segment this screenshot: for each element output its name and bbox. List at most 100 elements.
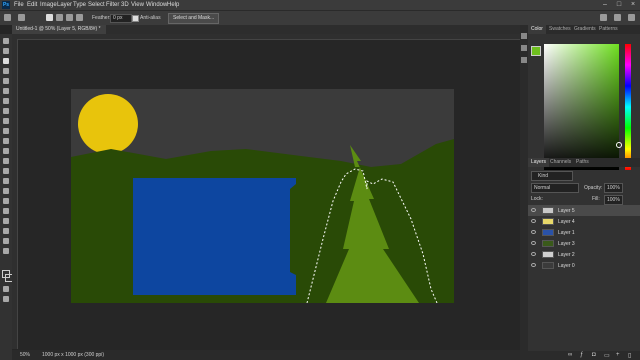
- menu-image[interactable]: Image: [40, 0, 57, 10]
- maximize-icon[interactable]: □: [612, 0, 626, 10]
- folder-icon[interactable]: ▭: [604, 352, 610, 359]
- eraser-tool-icon[interactable]: [3, 148, 9, 154]
- trash-icon[interactable]: ▯: [628, 352, 631, 359]
- more-tools-icon[interactable]: [3, 248, 9, 254]
- minimize-icon[interactable]: –: [598, 0, 612, 10]
- layer-name[interactable]: Layer 3: [558, 241, 575, 247]
- document-canvas[interactable]: [71, 89, 454, 303]
- close-icon[interactable]: ×: [626, 0, 640, 10]
- share-icon[interactable]: [628, 14, 635, 21]
- quick-select-tool-icon[interactable]: [3, 68, 9, 74]
- tab-channels[interactable]: Channels: [547, 158, 574, 167]
- visibility-eye-icon[interactable]: [531, 219, 536, 223]
- healing-tool-icon[interactable]: [3, 108, 9, 114]
- layer-row[interactable]: Layer 5: [528, 205, 640, 216]
- layer-name[interactable]: Layer 0: [558, 263, 575, 269]
- layer-row[interactable]: Layer 1: [528, 227, 640, 238]
- fx-icon[interactable]: ƒ: [580, 352, 583, 358]
- mask-icon[interactable]: ◘: [592, 352, 596, 358]
- quick-mask-icon[interactable]: [3, 286, 9, 292]
- layer-row[interactable]: Layer 2: [528, 249, 640, 260]
- color-picker-field[interactable]: [544, 44, 622, 170]
- zoom-level[interactable]: 50%: [20, 352, 30, 358]
- layer-name[interactable]: Layer 1: [558, 230, 575, 236]
- shape-tool-icon[interactable]: [3, 218, 9, 224]
- menu-edit[interactable]: Edit: [27, 0, 37, 10]
- tab-swatches[interactable]: Swatches: [546, 25, 574, 34]
- history-brush-tool-icon[interactable]: [3, 138, 9, 144]
- blend-mode-select[interactable]: Normal: [531, 183, 579, 193]
- layer-name[interactable]: Layer 2: [558, 252, 575, 258]
- visibility-eye-icon[interactable]: [531, 241, 536, 245]
- properties-icon[interactable]: [521, 33, 527, 39]
- select-and-mask-button[interactable]: Select and Mask...: [168, 13, 220, 24]
- lasso-tool-preset-icon[interactable]: [18, 14, 25, 21]
- crop-tool-icon[interactable]: [3, 78, 9, 84]
- opacity-input[interactable]: 100%: [604, 183, 623, 193]
- layer-thumbnail: [542, 262, 554, 269]
- menu-file[interactable]: File: [14, 0, 24, 10]
- type-tool-icon[interactable]: [3, 198, 9, 204]
- feather-label: Feather:: [92, 15, 111, 21]
- layer-filter-select[interactable]: Kind: [531, 171, 573, 181]
- new-selection-icon[interactable]: [46, 14, 53, 21]
- pen-tool-icon[interactable]: [3, 188, 9, 194]
- subtract-selection-icon[interactable]: [66, 14, 73, 21]
- color-picker-cursor[interactable]: [616, 142, 622, 148]
- gradient-tool-icon[interactable]: [3, 158, 9, 164]
- layer-row[interactable]: Layer 4: [528, 216, 640, 227]
- tab-patterns[interactable]: Patterns: [596, 25, 621, 34]
- home-icon[interactable]: [4, 14, 11, 21]
- document-tab[interactable]: Untitled-1 @ 50% (Layer 5, RGB/8#) *: [12, 25, 106, 34]
- layer-name[interactable]: Layer 4: [558, 219, 575, 225]
- menu-view[interactable]: View: [131, 0, 144, 10]
- hand-tool-icon[interactable]: [3, 228, 9, 234]
- path-select-tool-icon[interactable]: [3, 208, 9, 214]
- new-layer-icon[interactable]: +: [616, 352, 620, 358]
- tab-layers[interactable]: Layers: [528, 158, 550, 167]
- layer-row[interactable]: Layer 3: [528, 238, 640, 249]
- menu-3d[interactable]: 3D: [121, 0, 129, 10]
- hue-slider[interactable]: [625, 44, 631, 170]
- tab-gradients[interactable]: Gradients: [571, 25, 599, 34]
- link-layers-icon[interactable]: ∞: [568, 352, 572, 358]
- visibility-eye-icon[interactable]: [531, 263, 536, 267]
- marquee-tool-icon[interactable]: [3, 48, 9, 54]
- layer-name[interactable]: Layer 5: [558, 208, 575, 214]
- visibility-eye-icon[interactable]: [531, 252, 536, 256]
- layer-row[interactable]: Layer 0: [528, 260, 640, 271]
- anti-alias-checkbox[interactable]: [132, 15, 139, 22]
- visibility-eye-icon[interactable]: [531, 230, 536, 234]
- adjustments-icon[interactable]: [521, 45, 527, 51]
- layer-filter-value: Kind: [538, 173, 549, 179]
- clone-stamp-tool-icon[interactable]: [3, 128, 9, 134]
- zoom-tool-icon[interactable]: [3, 238, 9, 244]
- add-selection-icon[interactable]: [56, 14, 63, 21]
- search-icon[interactable]: [600, 14, 607, 21]
- move-tool-icon[interactable]: [3, 38, 9, 44]
- foreground-swatch[interactable]: [531, 46, 541, 56]
- blur-tool-icon[interactable]: [3, 168, 9, 174]
- fill-input[interactable]: 100%: [604, 195, 623, 205]
- layer-thumbnail: [542, 229, 554, 236]
- screen-mode-icon[interactable]: [3, 296, 9, 302]
- lasso-tool-icon[interactable]: [3, 58, 9, 64]
- frame-tool-icon[interactable]: [3, 88, 9, 94]
- intersect-selection-icon[interactable]: [76, 14, 83, 21]
- visibility-eye-icon[interactable]: [531, 208, 536, 212]
- libraries-icon[interactable]: [521, 57, 527, 63]
- workspace-icon[interactable]: [614, 14, 621, 21]
- brush-tool-icon[interactable]: [3, 118, 9, 124]
- feather-input[interactable]: 0 px: [110, 14, 132, 23]
- menu-type[interactable]: Type: [73, 0, 86, 10]
- menu-layer[interactable]: Layer: [57, 0, 72, 10]
- menu-window[interactable]: Window: [146, 0, 167, 10]
- eyedropper-tool-icon[interactable]: [3, 98, 9, 104]
- menu-help[interactable]: Help: [167, 0, 179, 10]
- menu-select[interactable]: Select: [88, 0, 105, 10]
- tab-color[interactable]: Color: [528, 25, 546, 34]
- dodge-tool-icon[interactable]: [3, 178, 9, 184]
- tab-paths[interactable]: Paths: [573, 158, 592, 167]
- menu-filter[interactable]: Filter: [106, 0, 119, 10]
- document-info[interactable]: 1000 px x 1000 px (300 ppi): [42, 352, 104, 358]
